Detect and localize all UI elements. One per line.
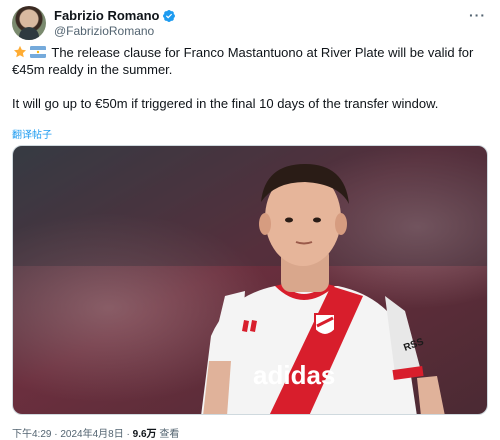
more-options-icon[interactable]: ··· xyxy=(469,7,486,23)
author-handle[interactable]: @FabrizioRomano xyxy=(54,24,154,38)
tweet-paragraph-1: The release clause for Franco Mastantuon… xyxy=(12,44,488,78)
tweet-date[interactable]: 2024年4月8日 xyxy=(60,429,123,440)
player-photo: adidas RSS xyxy=(13,146,487,414)
tweet-paragraph-1-text: The release clause for Franco Mastantuon… xyxy=(12,45,474,77)
argentina-flag-emoji xyxy=(30,46,46,58)
views-count: 9.6万 xyxy=(132,429,157,440)
translate-post-link[interactable]: 翻译帖子 xyxy=(12,126,52,141)
meta-separator: · xyxy=(54,429,58,440)
meta-separator: · xyxy=(126,429,130,440)
star-emoji xyxy=(13,45,27,58)
tweet-time[interactable]: 下午4:29 xyxy=(12,429,51,440)
tweet-media-photo[interactable]: adidas RSS xyxy=(12,145,488,415)
tweet-header: Fabrizio Romano @FabrizioRomano ··· xyxy=(12,6,488,40)
views-label: 查看 xyxy=(159,429,180,440)
verified-badge-icon xyxy=(163,9,176,22)
avatar[interactable] xyxy=(12,6,46,40)
shirt-sponsor-text: adidas xyxy=(253,360,335,390)
tweet-text: The release clause for Franco Mastantuon… xyxy=(12,44,488,112)
author-name-row: Fabrizio Romano xyxy=(54,8,176,23)
author-display-name[interactable]: Fabrizio Romano xyxy=(54,8,159,23)
tweet-metadata: 下午4:29 · 2024年4月8日 · 9.6万 查看 xyxy=(12,425,179,440)
tweet-paragraph-2: It will go up to €50m if triggered in th… xyxy=(12,96,439,111)
